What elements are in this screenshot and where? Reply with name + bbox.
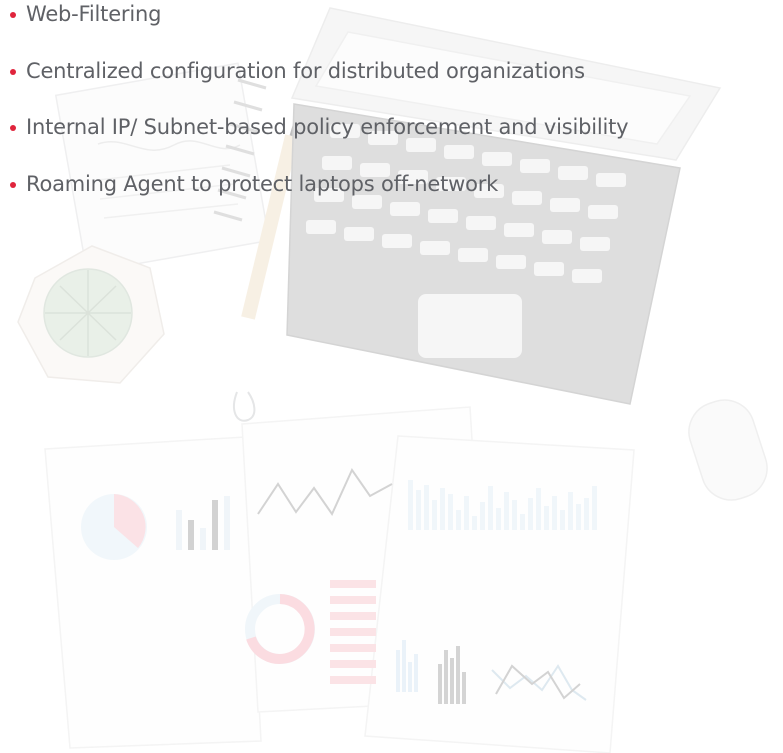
feature-item-internal-ip-subnet: Internal IP/ Subnet-based policy enforce…	[8, 113, 629, 141]
mouse-icon	[688, 399, 768, 501]
feature-label: Internal IP/ Subnet-based policy enforce…	[26, 115, 629, 139]
feature-item-roaming-agent: Roaming Agent to protect laptops off-net…	[8, 170, 628, 198]
succulent-plant-icon	[17, 245, 165, 384]
feature-label: Centralized configuration for distribute…	[26, 58, 585, 83]
feature-item-web-filtering: Web-Filtering	[8, 0, 628, 28]
bullet-dot-icon	[10, 68, 16, 75]
bullet-dot-icon	[10, 12, 16, 18]
pie-chart-icon	[81, 494, 147, 560]
feature-list: Web-Filtering Centralized configuration …	[8, 0, 629, 226]
bullet-dot-icon	[10, 125, 16, 131]
feature-label: Roaming Agent to protect laptops off-net…	[26, 171, 499, 196]
feature-item-centralized-configuration: Centralized configuration for distribute…	[8, 57, 628, 85]
bullet-dot-icon	[10, 181, 16, 188]
feature-label: Web-Filtering	[26, 2, 162, 26]
paperclip-icon	[233, 391, 256, 422]
